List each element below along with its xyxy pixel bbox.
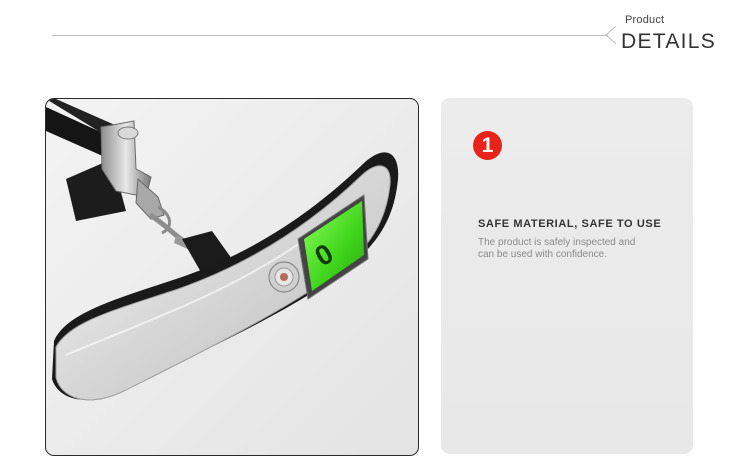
feature-title: SAFE MATERIAL, SAFE TO USE (478, 218, 662, 230)
feature-number-badge: 1 (473, 131, 502, 160)
header-title: DETAILS (621, 30, 717, 53)
header-notch-icon (605, 26, 617, 44)
product-photo: 0 (45, 98, 419, 456)
header-divider (52, 35, 608, 36)
buckle-icon (100, 120, 171, 235)
feature-description: The product is safely inspected and can … (478, 237, 636, 260)
header-small-label: Product (625, 14, 665, 26)
